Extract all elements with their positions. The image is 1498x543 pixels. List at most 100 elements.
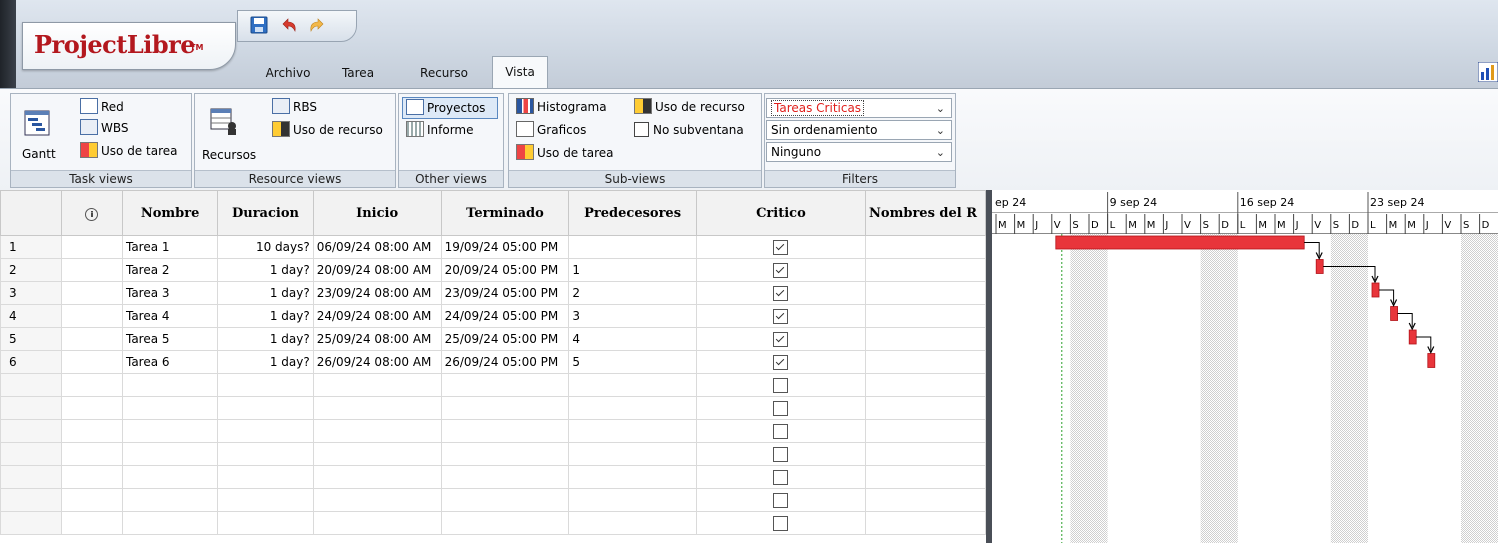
empty-cell[interactable] — [312, 373, 442, 397]
name-cell[interactable]: Tarea 2 — [121, 258, 219, 282]
finish-cell[interactable]: 19/09/24 05:00 PM — [440, 235, 570, 259]
empty-cell[interactable] — [0, 465, 62, 489]
empty-cell[interactable] — [312, 488, 442, 512]
empty-cell[interactable] — [121, 419, 219, 443]
redo-icon[interactable] — [308, 16, 326, 34]
empty-cell[interactable] — [568, 396, 697, 420]
start-cell[interactable]: 26/09/24 08:00 AM — [312, 350, 442, 374]
undo-icon[interactable] — [280, 16, 298, 34]
row-number[interactable]: 2 — [0, 258, 62, 282]
chart-report-icon[interactable] — [1478, 62, 1498, 82]
row-number[interactable]: 5 — [0, 327, 62, 351]
empty-cell[interactable] — [865, 373, 986, 397]
critical-cell[interactable] — [695, 350, 867, 374]
empty-cell[interactable] — [440, 465, 570, 489]
empty-cell[interactable] — [0, 488, 62, 512]
row-number[interactable]: 3 — [0, 281, 62, 305]
histograma-button[interactable]: Histograma — [516, 97, 607, 117]
start-cell[interactable]: 24/09/24 08:00 AM — [312, 304, 442, 328]
table-row[interactable]: 4 Tarea 41 day? 24/09/24 08:00 AM 24/09/24 … — [0, 304, 986, 328]
tab-vista[interactable]: Vista — [492, 56, 548, 88]
empty-cell[interactable] — [440, 511, 570, 535]
no-subventana-checkbox[interactable] — [634, 122, 649, 137]
duration-cell[interactable]: 1 day? — [217, 304, 314, 328]
empty-cell[interactable] — [695, 488, 867, 512]
predecessors-cell[interactable]: 5 — [568, 350, 697, 374]
header-nombres-recursos[interactable]: Nombres del R — [865, 190, 986, 236]
duration-cell[interactable]: 1 day? — [217, 281, 314, 305]
empty-cell[interactable] — [121, 465, 219, 489]
header-inicio[interactable]: Inicio — [312, 190, 442, 236]
empty-cell[interactable] — [217, 488, 314, 512]
critical-checkbox[interactable] — [773, 239, 789, 255]
empty-cell[interactable] — [217, 419, 314, 443]
empty-cell[interactable] — [865, 396, 986, 420]
proyectos-button[interactable]: Proyectos — [402, 97, 498, 119]
start-cell[interactable]: 06/09/24 08:00 AM — [312, 235, 442, 259]
group-select[interactable]: Ninguno ⌄ — [766, 142, 952, 162]
resources-cell[interactable] — [865, 304, 986, 328]
tab-recurso[interactable]: Recurso — [408, 58, 480, 88]
empty-cell[interactable] — [121, 511, 219, 535]
sub-uso-recurso-button[interactable]: Uso de recurso — [634, 97, 745, 117]
empty-cell[interactable] — [568, 373, 697, 397]
empty-cell[interactable] — [60, 465, 123, 489]
empty-cell[interactable] — [121, 396, 219, 420]
empty-cell[interactable] — [0, 373, 62, 397]
header-rownum[interactable] — [0, 190, 62, 236]
finish-cell[interactable]: 20/09/24 05:00 PM — [440, 258, 570, 282]
red-button[interactable]: Red — [80, 97, 124, 117]
empty-cell[interactable] — [312, 465, 442, 489]
critical-cell[interactable] — [695, 258, 867, 282]
predecessors-cell[interactable] — [568, 235, 697, 259]
predecessors-cell[interactable]: 2 — [568, 281, 697, 305]
header-info[interactable]: i — [60, 190, 123, 236]
empty-cell[interactable] — [60, 396, 123, 420]
table-row[interactable]: 1 Tarea 1 10 days? 06/09/24 08:00 AM 19/09/2… — [0, 235, 986, 259]
critical-checkbox[interactable] — [773, 377, 789, 393]
critical-checkbox[interactable] — [773, 308, 789, 324]
predecessors-cell[interactable]: 1 — [568, 258, 697, 282]
table-row[interactable]: 2 Tarea 21 day? 20/09/24 08:00 AM 20/09/24 … — [0, 258, 986, 282]
resources-cell[interactable] — [865, 258, 986, 282]
duration-cell[interactable]: 1 day? — [217, 350, 314, 374]
critical-cell[interactable] — [695, 235, 867, 259]
empty-cell[interactable] — [60, 373, 123, 397]
critical-checkbox[interactable] — [773, 446, 789, 462]
empty-cell[interactable] — [60, 419, 123, 443]
header-duracion[interactable]: Duracion — [217, 190, 314, 236]
header-terminado[interactable]: Terminado — [440, 190, 570, 236]
empty-cell[interactable] — [695, 419, 867, 443]
row-number[interactable]: 6 — [0, 350, 62, 374]
table-row-empty[interactable] — [0, 511, 986, 535]
empty-cell[interactable] — [121, 373, 219, 397]
resources-cell[interactable] — [865, 281, 986, 305]
critical-checkbox[interactable] — [773, 515, 789, 531]
resources-cell[interactable] — [865, 327, 986, 351]
sort-select[interactable]: Sin ordenamiento ⌄ — [766, 120, 952, 140]
informe-button[interactable]: Informe — [406, 120, 474, 140]
table-row-empty[interactable] — [0, 442, 986, 466]
header-critico[interactable]: Critico — [695, 190, 867, 236]
empty-cell[interactable] — [0, 511, 62, 535]
duration-cell[interactable]: 1 day? — [217, 258, 314, 282]
empty-cell[interactable] — [440, 419, 570, 443]
empty-cell[interactable] — [217, 465, 314, 489]
info-cell[interactable] — [60, 258, 123, 282]
empty-cell[interactable] — [0, 442, 62, 466]
rbs-button[interactable]: RBS — [272, 97, 317, 117]
empty-cell[interactable] — [568, 442, 697, 466]
predecessors-cell[interactable]: 3 — [568, 304, 697, 328]
critical-checkbox[interactable] — [773, 331, 789, 347]
empty-cell[interactable] — [695, 373, 867, 397]
empty-cell[interactable] — [568, 465, 697, 489]
header-nombre[interactable]: Nombre — [121, 190, 219, 236]
duration-cell[interactable]: 1 day? — [217, 327, 314, 351]
empty-cell[interactable] — [568, 419, 697, 443]
table-row-empty[interactable] — [0, 465, 986, 489]
start-cell[interactable]: 20/09/24 08:00 AM — [312, 258, 442, 282]
empty-cell[interactable] — [217, 442, 314, 466]
resources-cell[interactable] — [865, 350, 986, 374]
empty-cell[interactable] — [60, 442, 123, 466]
table-row-empty[interactable] — [0, 419, 986, 443]
